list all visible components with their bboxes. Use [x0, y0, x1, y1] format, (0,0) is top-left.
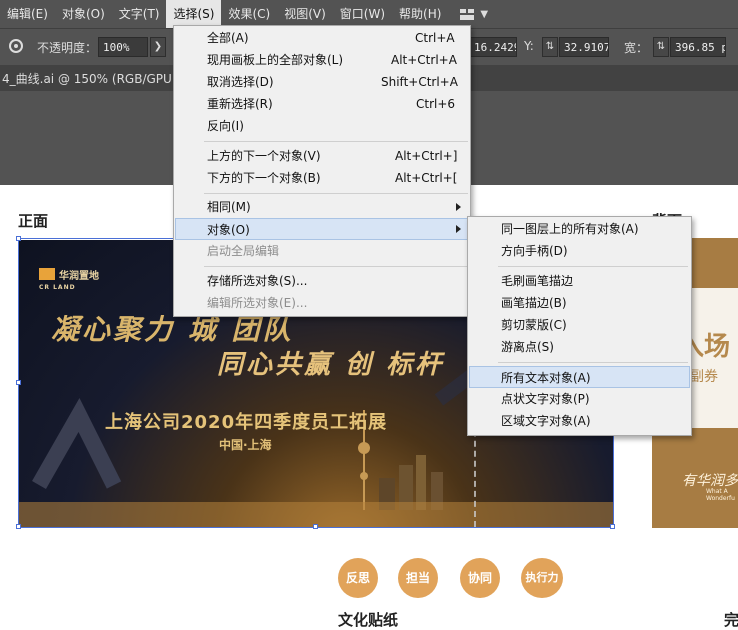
workspace-layout-icon[interactable] — [460, 8, 475, 20]
y-input[interactable]: 32.9107 — [559, 37, 609, 57]
x-input[interactable]: 16.2429 — [469, 37, 517, 57]
menu-select[interactable]: 选择(S) — [166, 0, 222, 28]
submenu-item-point-type-objects[interactable]: 点状文字对象(P) — [469, 388, 690, 410]
menu-item-save-selection[interactable]: 存储所选对象(S)... — [175, 270, 469, 292]
menu-item-next-object-above[interactable]: 上方的下一个对象(V) Alt+Ctrl+] — [175, 145, 469, 167]
menu-separator — [204, 266, 468, 267]
opacity-input[interactable]: 100% — [98, 37, 148, 57]
menu-help[interactable]: 帮助(H) — [392, 0, 448, 28]
menu-view[interactable]: 视图(V) — [277, 0, 333, 28]
card-script-text: 有华润多 — [682, 473, 738, 489]
width-stepper-icon[interactable]: ⇅ — [653, 37, 669, 57]
front-label: 正面 — [18, 212, 49, 230]
resize-handle[interactable] — [610, 524, 615, 529]
menu-item-same[interactable]: 相同(M) — [175, 196, 469, 218]
menu-item-select-all-on-artboard[interactable]: 现用画板上的全部对象(L) Alt+Ctrl+A — [175, 49, 469, 71]
sticker-execution[interactable]: 执行力 — [521, 558, 563, 598]
submenu-item-clipping-masks[interactable]: 剪切蒙版(C) — [469, 314, 690, 336]
slogan-line-2: 同心共赢 创 标杆 — [217, 350, 445, 380]
resize-handle[interactable] — [16, 236, 21, 241]
submenu-item-bristle-brush-strokes[interactable]: 毛刷画笔描边 — [469, 270, 690, 292]
menu-item-next-object-below[interactable]: 下方的下一个对象(B) Alt+Ctrl+[ — [175, 167, 469, 189]
submenu-item-all-text-objects[interactable]: 所有文本对象(A) — [469, 366, 690, 388]
menu-item-inverse[interactable]: 反向(I) — [175, 115, 469, 137]
submenu-arrow-icon — [456, 225, 461, 233]
menu-separator — [204, 141, 468, 142]
menu-effect[interactable]: 效果(C) — [221, 0, 277, 28]
width-input[interactable]: 396.85 px — [670, 37, 726, 57]
menu-item-edit-selection[interactable]: 编辑所选对象(E)... — [175, 292, 469, 314]
menu-item-object[interactable]: 对象(O) — [175, 218, 469, 240]
sticker-responsibility[interactable]: 担当 — [398, 558, 438, 598]
menu-item-deselect[interactable]: 取消选择(D) Shift+Ctrl+A — [175, 71, 469, 93]
y-stepper-icon[interactable]: ⇅ — [542, 37, 558, 57]
menu-item-reselect[interactable]: 重新选择(R) Ctrl+6 — [175, 93, 469, 115]
submenu-arrow-icon — [456, 203, 461, 211]
target-icon[interactable] — [9, 39, 23, 53]
select-menu: 全部(A) Ctrl+A 现用画板上的全部对象(L) Alt+Ctrl+A 取消选择… — [173, 25, 471, 317]
menu-item-global-edit[interactable]: 启动全局编辑 — [175, 240, 469, 262]
menu-bar: 编辑(E) 对象(O) 文字(T) 选择(S) 效果(C) 视图(V) 窗口(W… — [0, 0, 738, 28]
menu-item-select-all[interactable]: 全部(A) Ctrl+A — [175, 27, 469, 49]
menu-separator — [204, 193, 468, 194]
menu-object[interactable]: 对象(O) — [55, 0, 112, 28]
brand-name: 华润置地 CR LAND — [39, 271, 99, 291]
y-label: Y: — [524, 39, 534, 53]
menu-separator — [498, 266, 688, 267]
submenu-item-all-on-same-layer[interactable]: 同一图层上的所有对象(A) — [469, 218, 690, 240]
culture-sticker-title: 文化贴纸 — [338, 611, 399, 629]
document-title: 4_曲线.ai @ 150% (RGB/GPU — [2, 72, 172, 86]
resize-handle[interactable] — [16, 524, 21, 529]
submenu-item-stray-points[interactable]: 游离点(S) — [469, 336, 690, 358]
width-label: 宽： — [624, 41, 649, 55]
resize-handle[interactable] — [313, 524, 318, 529]
resize-handle[interactable] — [16, 380, 21, 385]
menu-window[interactable]: 窗口(W) — [333, 0, 392, 28]
sticker-reflect[interactable]: 反思 — [338, 558, 378, 598]
menu-edit[interactable]: 编辑(E) — [0, 0, 55, 28]
right-section-title: 完 — [724, 611, 738, 629]
submenu-item-direction-handles[interactable]: 方向手柄(D) — [469, 240, 690, 262]
card-english-text: What A Wonderfu — [706, 488, 735, 502]
menu-separator — [498, 362, 688, 363]
menu-type[interactable]: 文字(T) — [112, 0, 167, 28]
opacity-label: 不透明度： — [37, 41, 98, 55]
chevron-down-icon[interactable]: ▼ — [480, 9, 488, 20]
brand-logo-icon — [39, 268, 55, 280]
sticker-collaboration[interactable]: 协同 — [460, 558, 500, 598]
event-location: 中国·上海 — [219, 438, 272, 452]
event-title: 上海公司2020年四季度员工拓展 — [105, 412, 388, 433]
opacity-dropdown-icon[interactable]: ❯ — [150, 37, 166, 57]
object-submenu: 同一图层上的所有对象(A) 方向手柄(D) 毛刷画笔描边 画笔描边(B) 剪切蒙… — [467, 216, 692, 436]
submenu-item-area-type-objects[interactable]: 区域文字对象(A) — [469, 410, 690, 432]
submenu-item-brush-strokes[interactable]: 画笔描边(B) — [469, 292, 690, 314]
